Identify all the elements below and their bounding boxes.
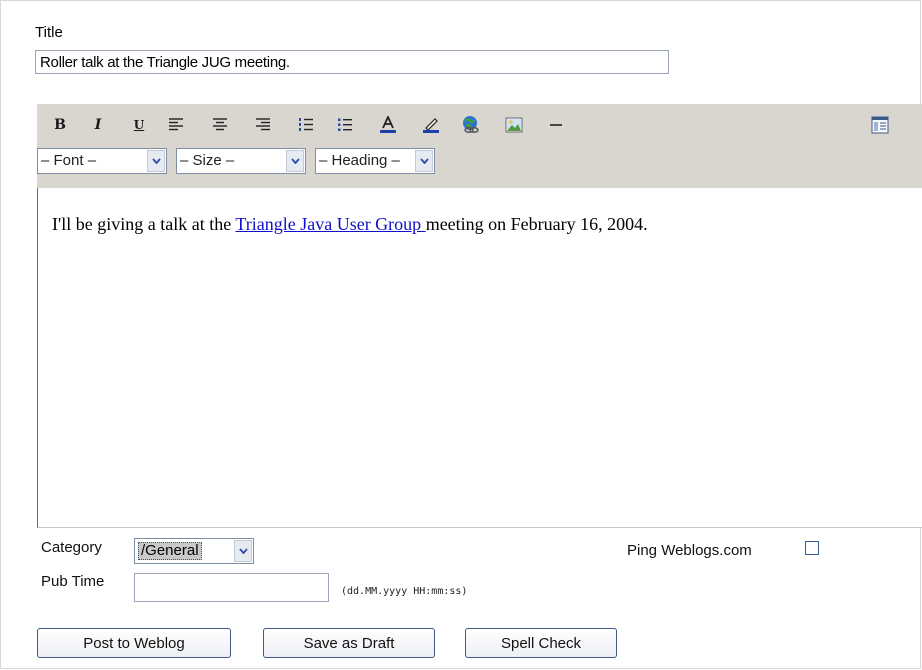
save-as-draft-button[interactable]: Save as Draft xyxy=(263,628,435,658)
category-select-value: /General xyxy=(138,542,202,560)
ping-weblogs-label: Ping Weblogs.com xyxy=(627,542,752,559)
pubtime-format-hint: (dd.MM.yyyy HH:mm:ss) xyxy=(341,586,468,597)
bold-icon: B xyxy=(54,117,66,133)
ordered-list-icon xyxy=(299,118,313,131)
editor-toolbar: B I U xyxy=(37,104,922,189)
editor-text-before: I'll be giving a talk at the xyxy=(52,214,236,234)
highlight-button[interactable] xyxy=(420,114,442,136)
font-color-icon xyxy=(380,116,396,133)
underline-icon: U xyxy=(133,118,145,132)
size-select-value: – Size – xyxy=(180,152,235,169)
horizontal-rule-icon xyxy=(550,124,562,126)
editor-link[interactable]: Triangle Java User Group xyxy=(235,214,425,234)
view-source-icon xyxy=(871,116,889,134)
align-left-icon xyxy=(169,118,183,131)
title-input[interactable] xyxy=(35,50,669,74)
highlight-icon xyxy=(423,118,439,133)
font-select[interactable]: – Font – xyxy=(37,148,167,174)
chevron-down-icon xyxy=(286,150,304,172)
heading-select[interactable]: – Heading – xyxy=(315,148,435,174)
pubtime-input[interactable] xyxy=(134,573,329,602)
category-select[interactable]: /General xyxy=(134,538,254,564)
align-left-button[interactable] xyxy=(165,114,187,136)
insert-image-button[interactable] xyxy=(503,114,525,136)
unordered-list-button[interactable] xyxy=(334,114,356,136)
bold-button[interactable]: B xyxy=(49,114,71,136)
chevron-down-icon xyxy=(415,150,433,172)
ordered-list-button[interactable] xyxy=(295,114,317,136)
globe-link-icon xyxy=(463,116,479,133)
underline-button[interactable]: U xyxy=(128,114,150,136)
font-select-value: – Font – xyxy=(41,152,97,169)
view-source-button[interactable] xyxy=(869,114,891,136)
editor-text-after: meeting on February 16, 2004. xyxy=(425,214,648,234)
insert-link-button[interactable] xyxy=(460,114,482,136)
chevron-down-icon xyxy=(234,540,252,562)
horizontal-rule-button[interactable] xyxy=(545,114,567,136)
title-label: Title xyxy=(35,24,63,41)
heading-select-value: – Heading – xyxy=(319,152,400,169)
align-center-button[interactable] xyxy=(209,114,231,136)
editor-paragraph: I'll be giving a talk at the Triangle Ja… xyxy=(52,214,648,235)
italic-button[interactable]: I xyxy=(87,114,109,136)
post-to-weblog-button[interactable]: Post to Weblog xyxy=(37,628,231,658)
align-center-icon xyxy=(213,118,227,131)
spell-check-button[interactable]: Spell Check xyxy=(465,628,617,658)
size-select[interactable]: – Size – xyxy=(176,148,306,174)
align-right-icon xyxy=(256,118,270,131)
pubtime-label: Pub Time xyxy=(41,573,105,590)
chevron-down-icon xyxy=(147,150,165,172)
font-color-button[interactable] xyxy=(377,114,399,136)
category-label: Category xyxy=(41,539,102,556)
italic-icon: I xyxy=(94,117,102,133)
unordered-list-icon xyxy=(338,118,352,131)
ping-weblogs-checkbox[interactable] xyxy=(805,541,819,555)
align-right-button[interactable] xyxy=(252,114,274,136)
image-icon xyxy=(505,117,523,133)
rich-text-editor[interactable]: I'll be giving a talk at the Triangle Ja… xyxy=(37,188,922,528)
